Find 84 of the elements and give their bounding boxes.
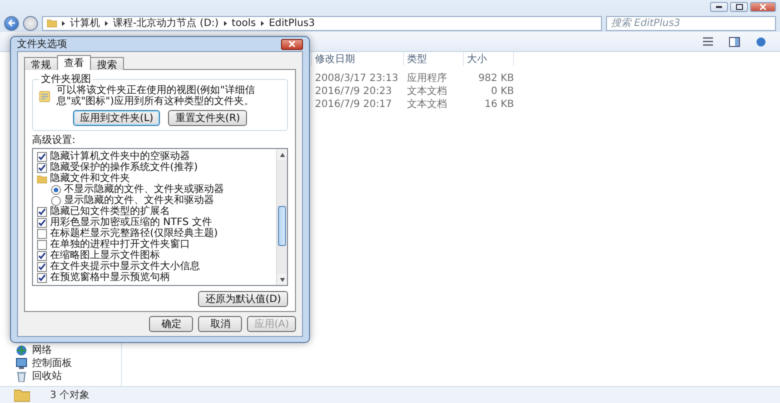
tab[interactable]: 搜索 — [90, 57, 124, 70]
setting-label: 显示隐藏的文件、文件夹和驱动器 — [64, 195, 214, 206]
dialog-title: 文件夹选项 — [17, 38, 67, 51]
setting-group-label: 隐藏文件和文件夹 — [50, 173, 130, 184]
nav-item[interactable]: 网络 — [32, 343, 52, 357]
setting-label: 隐藏已知文件类型的扩展名 — [50, 206, 170, 217]
setting-label: 在预览窗格中显示预览句柄 — [50, 272, 170, 283]
search-field[interactable]: 搜索 EditPlus3 — [606, 16, 776, 30]
column-header[interactable]: 类型 — [404, 52, 464, 66]
address-bar[interactable]: 计算机 课程-北京动力节点 (D:) tools EditPlus3 — [42, 16, 602, 30]
scroll-down-icon[interactable] — [280, 278, 284, 282]
section-label: 高级设置: — [32, 135, 76, 147]
folder-view-button[interactable]: 重置文件夹(R) — [168, 110, 248, 126]
forward-button[interactable] — [23, 16, 38, 30]
scrollbar[interactable] — [276, 149, 287, 285]
dialog-button[interactable]: 确定 — [149, 316, 194, 332]
breadcrumb[interactable]: tools — [232, 18, 256, 28]
close-button[interactable] — [281, 38, 303, 50]
table-cell-text: 文本文档 — [406, 85, 448, 98]
column-header[interactable]: 大小 — [464, 52, 514, 66]
breadcrumb-arrow-icon — [104, 20, 109, 26]
checkbox[interactable] — [37, 262, 47, 272]
group-title: 文件夹视图 — [39, 74, 93, 85]
table-cell-text: 应用程序 — [406, 72, 448, 85]
setting-label: 在标题栏显示完整路径(仅限经典主题) — [50, 228, 218, 239]
close-icon — [289, 41, 295, 47]
table-cell-text: 0 KB — [490, 85, 514, 98]
radio-button[interactable] — [51, 184, 61, 194]
minimize-button[interactable] — [710, 2, 728, 12]
trash-icon — [16, 370, 27, 382]
view-options-icon[interactable] — [703, 37, 713, 46]
preview-pane-icon[interactable] — [729, 36, 740, 46]
breadcrumb[interactable]: 课程-北京动力节点 (D:) — [113, 16, 219, 30]
breadcrumb-arrow-icon — [61, 20, 66, 26]
tab[interactable]: 查看 — [57, 55, 91, 70]
checkbox[interactable] — [37, 272, 47, 282]
checkbox[interactable] — [37, 152, 47, 162]
close-button[interactable] — [750, 2, 776, 12]
checkbox[interactable] — [37, 240, 47, 250]
dialog-button[interactable]: 取消 — [198, 316, 242, 332]
checkbox[interactable] — [37, 206, 47, 216]
maximize-button[interactable] — [730, 2, 748, 12]
description-text: 可以将该文件夹正在使用的视图(例如"详细信息"或"图标")应用到所有这种类型的文件夹。 — [56, 85, 256, 107]
breadcrumb[interactable]: EditPlus3 — [268, 18, 315, 28]
maximize-icon — [736, 4, 742, 10]
monitor-icon — [16, 358, 27, 368]
tab[interactable]: 常规 — [24, 57, 58, 70]
breadcrumb-arrow-icon — [222, 20, 228, 26]
folder-icon — [47, 18, 57, 28]
folder-icon — [14, 387, 30, 403]
table-cell-text: 16 KB — [484, 98, 514, 111]
breadcrumb[interactable]: 计算机 — [70, 16, 100, 30]
setting-label: 隐藏计算机文件夹中的空驱动器 — [50, 151, 190, 162]
scrollbar-thumb[interactable] — [278, 206, 286, 246]
back-button[interactable] — [4, 16, 19, 30]
radio-button[interactable] — [51, 196, 61, 206]
checkbox[interactable] — [37, 250, 47, 260]
setting-label: 隐藏受保护的操作系统文件(推荐) — [50, 162, 198, 173]
folder-icon — [37, 174, 47, 184]
close-icon — [760, 4, 766, 10]
table-cell-text: 982 KB — [477, 72, 514, 85]
breadcrumb-arrow-icon — [260, 20, 265, 26]
checkbox[interactable] — [37, 228, 47, 238]
table-cell-text: 2016/7/9 20:23 — [314, 85, 393, 98]
setting-label: 在单独的进程中打开文件夹窗口 — [50, 239, 190, 250]
setting-label: 在文件夹提示中显示文件大小信息 — [50, 261, 200, 272]
setting-label: 在缩略图上显示文件图标 — [50, 250, 160, 261]
nav-item[interactable]: 控制面板 — [32, 356, 72, 370]
table-cell-text: 文本文档 — [406, 98, 448, 111]
folder-view-button[interactable]: 应用到文件夹(L) — [72, 110, 160, 126]
table-cell-text: 2016/7/9 20:17 — [314, 98, 393, 111]
setting-label: 不显示隐藏的文件、文件夹或驱动器 — [64, 184, 224, 195]
checkbox[interactable] — [37, 218, 47, 228]
network-icon — [16, 344, 27, 356]
nav-item[interactable]: 回收站 — [32, 369, 62, 383]
column-header[interactable]: 修改日期 — [312, 52, 404, 66]
setting-label: 用彩色显示加密或压缩的 NTFS 文件 — [50, 217, 212, 228]
minimize-icon — [716, 6, 722, 8]
table-cell-text: 2008/3/17 23:13 — [314, 72, 400, 85]
checkbox[interactable] — [37, 162, 47, 172]
restore-defaults-button[interactable]: 还原为默认值(D) — [198, 291, 288, 307]
status-text: 3 个对象 — [50, 388, 90, 402]
scroll-up-icon[interactable] — [280, 152, 284, 156]
back-arrow-icon — [8, 19, 16, 27]
